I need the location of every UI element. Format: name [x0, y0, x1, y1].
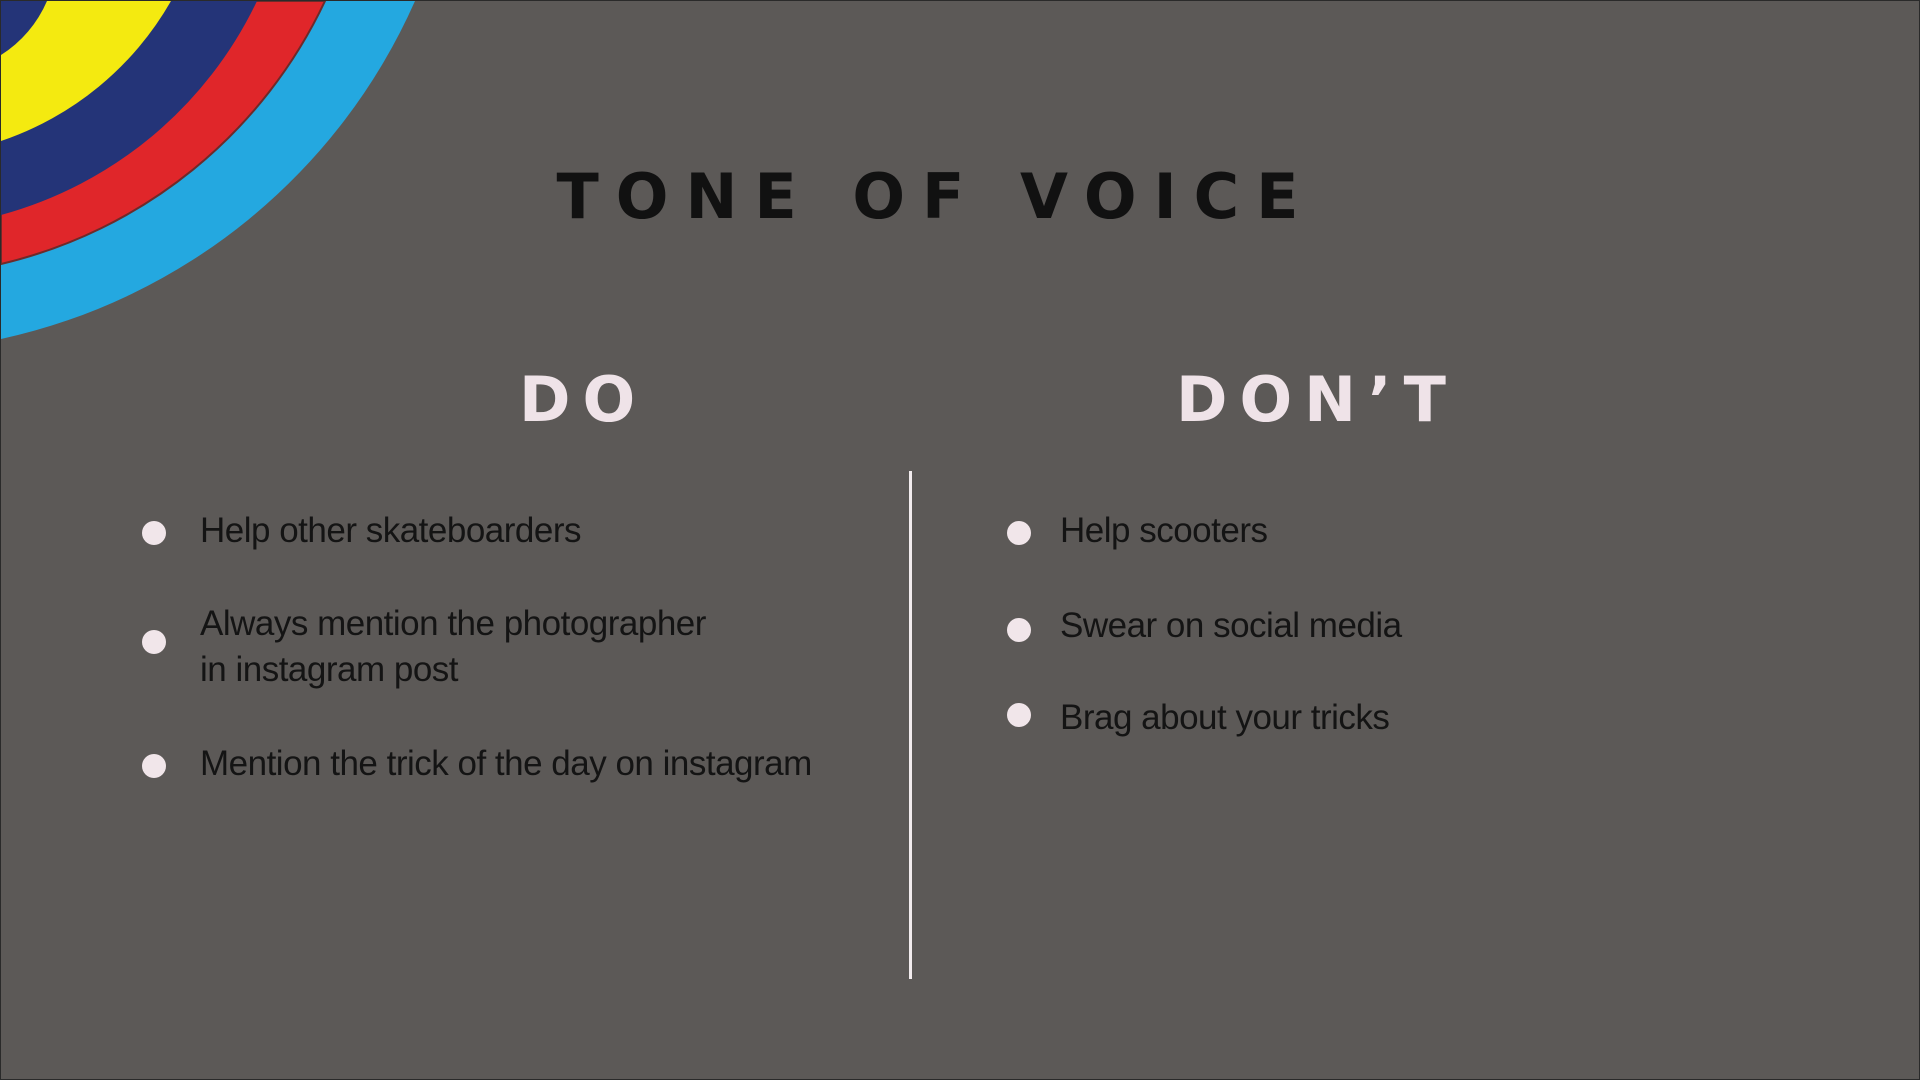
dont-list-item: Brag about your tricks: [1060, 695, 1390, 741]
do-heading: DO: [519, 363, 648, 436]
page-title: TONE OF VOICE: [556, 160, 1316, 233]
dont-item-text: Swear on social media: [1060, 606, 1402, 645]
bullet-icon: [1007, 703, 1031, 727]
do-item-text: Always mention the photographer in insta…: [200, 604, 706, 689]
slide: TONE OF VOICE DO DON’T Help other skateb…: [0, 0, 1920, 1080]
bullet-icon: [142, 754, 166, 778]
bullet-icon: [1007, 521, 1031, 545]
do-item-text: Mention the trick of the day on instagra…: [200, 744, 812, 783]
bullet-icon: [142, 521, 166, 545]
bullet-icon: [1007, 618, 1031, 642]
column-divider: [909, 471, 912, 979]
dont-list-item: Swear on social media: [1060, 603, 1402, 649]
do-list-item: Help other skateboarders: [200, 508, 582, 554]
do-list-item: Mention the trick of the day on instagra…: [200, 741, 812, 787]
dont-list-item: Help scooters: [1060, 508, 1268, 554]
bullet-icon: [142, 630, 166, 654]
do-item-text: Help other skateboarders: [200, 511, 582, 550]
dont-item-text: Brag about your tricks: [1060, 698, 1390, 737]
dont-heading: DON’T: [1176, 363, 1458, 436]
do-list-item: Always mention the photographer in insta…: [200, 601, 706, 693]
dont-item-text: Help scooters: [1060, 511, 1268, 550]
